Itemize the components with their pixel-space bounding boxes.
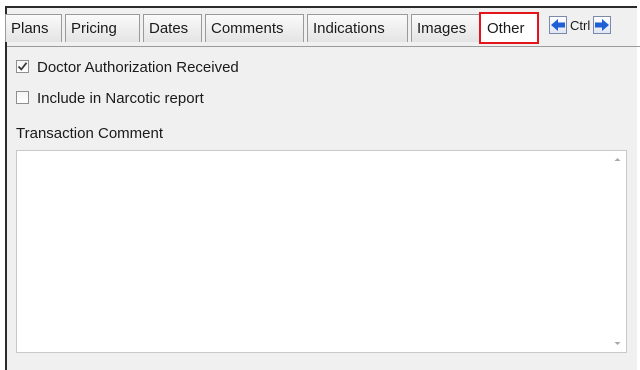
transaction-comment-field[interactable] (16, 150, 627, 353)
tab-strip: Plans Pricing Dates Comments Indications… (5, 12, 640, 45)
ctrl-label: Ctrl (570, 18, 591, 33)
left-arrow-icon (551, 19, 565, 32)
tab-label: Pricing (71, 20, 117, 37)
tab-pricing[interactable]: Pricing (65, 14, 140, 42)
right-arrow-icon (595, 19, 610, 32)
tab-other[interactable]: Other (479, 12, 539, 44)
tab-label: Plans (11, 20, 49, 37)
tab-label: Dates (149, 20, 189, 37)
tab-comments[interactable]: Comments (205, 14, 304, 42)
narcotic-report-label: Include in Narcotic report (37, 90, 204, 107)
narcotic-report-option[interactable]: Include in Narcotic report (16, 89, 204, 109)
doctor-authorization-option[interactable]: Doctor Authorization Received (16, 58, 239, 78)
tab-divider (7, 46, 640, 47)
scroll-up-arrow-icon (614, 158, 621, 161)
scroll-up-button[interactable] (609, 151, 626, 168)
transaction-comment-label: Transaction Comment (16, 125, 163, 142)
tab-images[interactable]: Images (411, 14, 480, 42)
tab-plans[interactable]: Plans (5, 14, 62, 42)
tab-scroll-controls: Ctrl (549, 15, 612, 39)
tab-dates[interactable]: Dates (143, 14, 202, 42)
tab-label: Other (487, 20, 525, 37)
scroll-tabs-right-button[interactable] (593, 16, 612, 35)
tab-label: Indications (313, 20, 385, 37)
tab-indications[interactable]: Indications (307, 14, 408, 42)
narcotic-report-checkbox[interactable] (16, 90, 29, 104)
tab-label: Comments (211, 20, 284, 37)
checkmark-icon (17, 61, 28, 71)
scroll-down-button[interactable] (609, 335, 626, 352)
comment-scrollbar[interactable] (609, 151, 626, 352)
doctor-authorization-checkbox[interactable] (16, 59, 29, 73)
scroll-down-arrow-icon (614, 342, 621, 345)
doctor-authorization-label: Doctor Authorization Received (37, 59, 239, 76)
tab-label: Images (417, 20, 467, 37)
scroll-tabs-left-button[interactable] (549, 16, 567, 35)
